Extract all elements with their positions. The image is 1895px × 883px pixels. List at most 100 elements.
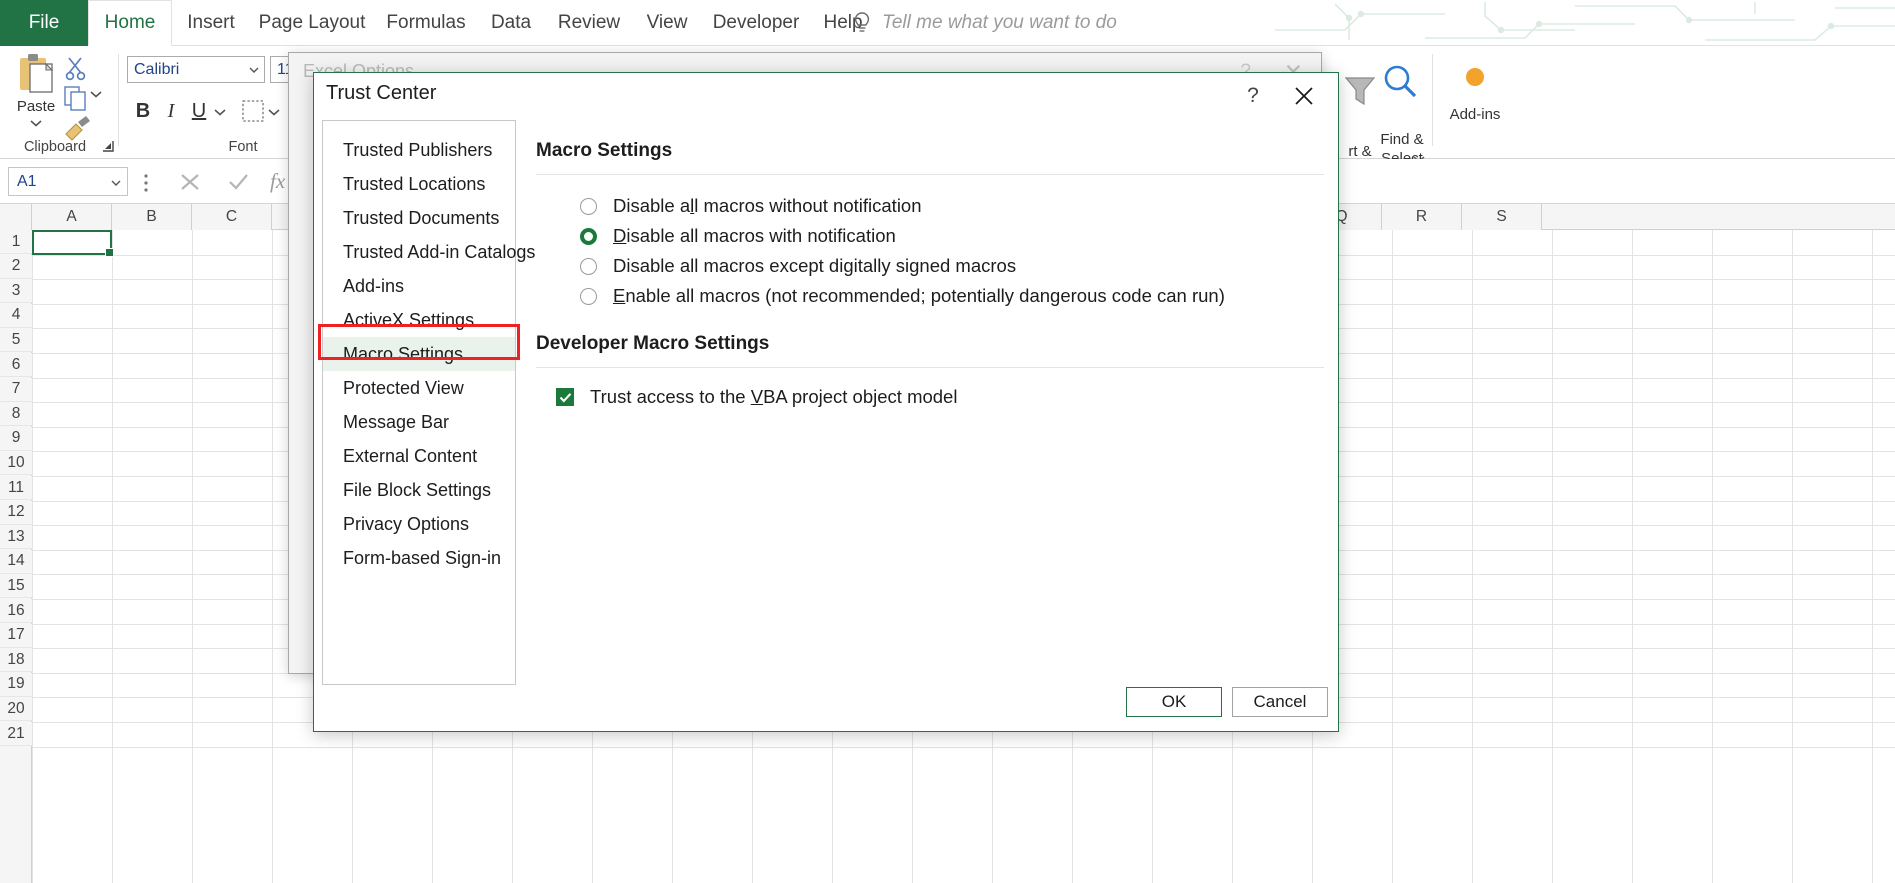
cut-icon[interactable] xyxy=(62,54,90,82)
ribbon-tab-home[interactable]: Home xyxy=(88,0,172,46)
font-name-value: Calibri xyxy=(134,60,180,78)
row-header-19[interactable]: 19 xyxy=(0,672,32,697)
ribbon-tab-review[interactable]: Review xyxy=(546,0,632,46)
row-header-8[interactable]: 8 xyxy=(0,402,32,427)
active-cell-A1[interactable] xyxy=(32,230,114,257)
paste-button[interactable]: Paste xyxy=(8,52,64,148)
ribbon-tab-view[interactable]: View xyxy=(634,0,700,46)
ribbon-tab-page-layout[interactable]: Page Layout xyxy=(250,0,374,46)
ribbon-tab-developer[interactable]: Developer xyxy=(702,0,810,46)
sort-filter-icon[interactable] xyxy=(1338,68,1382,112)
row-header-12[interactable]: 12 xyxy=(0,500,32,525)
cancel-button[interactable]: Cancel xyxy=(1232,687,1328,717)
column-header-A[interactable]: A xyxy=(32,204,112,230)
nav-item-file-block-settings[interactable]: File Block Settings xyxy=(323,473,515,507)
close-icon[interactable] xyxy=(1290,83,1318,109)
row-header-16[interactable]: 16 xyxy=(0,599,32,623)
nav-item-form-based-sign-in[interactable]: Form-based Sign-in xyxy=(323,541,515,575)
nav-item-trusted-locations[interactable]: Trusted Locations xyxy=(323,167,515,201)
name-box[interactable]: A1 xyxy=(8,167,128,196)
radio-disable-all-without-notification[interactable]: Disable all macros without notification xyxy=(580,191,1324,221)
column-header-C[interactable]: C xyxy=(192,204,272,230)
nav-item-macro-settings[interactable]: Macro Settings xyxy=(323,337,515,371)
row-header-6[interactable]: 6 xyxy=(0,353,32,377)
radio-disable-all-with-notification[interactable]: Disable all macros with notification xyxy=(580,221,1324,251)
grid-line-vertical xyxy=(1792,230,1793,883)
underline-chevron-icon[interactable] xyxy=(212,106,228,118)
row-header-14[interactable]: 14 xyxy=(0,549,32,574)
nav-item-external-content[interactable]: External Content xyxy=(323,439,515,473)
radio-label: Disable all macros except digitally sign… xyxy=(613,255,1017,276)
help-icon[interactable]: ? xyxy=(1240,83,1266,109)
trust-center-footer: OK Cancel xyxy=(1126,687,1328,717)
column-header-B[interactable]: B xyxy=(112,204,192,230)
nav-item-trusted-publishers[interactable]: Trusted Publishers xyxy=(323,133,515,167)
row-header-9[interactable]: 9 xyxy=(0,426,32,451)
grid-line-vertical xyxy=(32,230,33,883)
row-header-2[interactable]: 2 xyxy=(0,254,32,279)
ribbon-tab-data[interactable]: Data xyxy=(478,0,544,46)
borders-chevron-icon[interactable] xyxy=(266,106,282,118)
nav-item-trusted-documents[interactable]: Trusted Documents xyxy=(323,201,515,235)
borders-icon[interactable] xyxy=(240,98,266,124)
row-header-10[interactable]: 10 xyxy=(0,451,32,476)
clipboard-dialog-launcher-icon[interactable] xyxy=(100,138,116,154)
row-header-1[interactable]: 1 xyxy=(0,230,32,254)
bold-button[interactable]: B xyxy=(130,98,156,124)
copy-dropdown-chevron-icon[interactable] xyxy=(88,88,104,100)
macro-settings-pane: Macro Settings Disable all macros withou… xyxy=(536,120,1324,671)
row-header-5[interactable]: 5 xyxy=(0,328,32,353)
ribbon-tab-insert[interactable]: Insert xyxy=(174,0,248,46)
radio-icon[interactable] xyxy=(580,287,597,305)
row-header-20[interactable]: 20 xyxy=(0,697,32,722)
addins-icon[interactable] xyxy=(1458,60,1492,94)
nav-item-privacy-options[interactable]: Privacy Options xyxy=(323,507,515,541)
find-select-icon[interactable] xyxy=(1378,60,1422,104)
radio-icon[interactable] xyxy=(580,197,597,215)
ribbon-tab-file[interactable]: File xyxy=(0,0,88,46)
underline-button[interactable]: U xyxy=(186,98,212,124)
font-name-input[interactable]: Calibri xyxy=(127,56,265,83)
checkbox-icon-checked[interactable] xyxy=(556,388,574,406)
column-header-R[interactable]: R xyxy=(1382,204,1462,230)
grid-line-vertical xyxy=(1472,230,1473,883)
row-header-11[interactable]: 11 xyxy=(0,476,32,500)
formula-cancel-icon[interactable] xyxy=(178,171,202,193)
nav-item-message-bar[interactable]: Message Bar xyxy=(323,405,515,439)
nav-item-trusted-addin-catalogs[interactable]: Trusted Add-in Catalogs xyxy=(323,235,535,269)
row-header-13[interactable]: 13 xyxy=(0,525,32,550)
copy-icon[interactable] xyxy=(62,84,90,112)
row-header-21[interactable]: 21 xyxy=(0,722,32,746)
font-name-chevron-icon[interactable] xyxy=(249,66,259,74)
radio-disable-except-digitally-signed[interactable]: Disable all macros except digitally sign… xyxy=(580,251,1324,281)
nav-item-add-ins[interactable]: Add-ins xyxy=(323,269,515,303)
nav-item-protected-view[interactable]: Protected View xyxy=(323,371,515,405)
row-header-4[interactable]: 4 xyxy=(0,303,32,328)
select-all-corner[interactable] xyxy=(0,204,32,230)
insert-function-icon[interactable]: fx xyxy=(270,169,285,194)
ok-button[interactable]: OK xyxy=(1126,687,1222,717)
radio-icon[interactable] xyxy=(580,257,597,275)
ribbon-tab-formulas[interactable]: Formulas xyxy=(376,0,476,46)
row-header-3[interactable]: 3 xyxy=(0,279,32,304)
tell-me-search[interactable]: Tell me what you want to do xyxy=(852,0,1117,46)
trust-center-nav-list[interactable]: Trusted Publishers Trusted Locations Tru… xyxy=(322,120,535,685)
row-header-18[interactable]: 18 xyxy=(0,648,32,673)
row-header-17[interactable]: 17 xyxy=(0,623,32,648)
grid-line-vertical xyxy=(192,230,193,883)
row-header-7[interactable]: 7 xyxy=(0,377,32,402)
formula-bar-more-icon[interactable] xyxy=(143,173,149,193)
ribbon-tab-strip: File Home Insert Page Layout Formulas Da… xyxy=(0,0,1895,46)
paste-icon xyxy=(20,54,54,93)
row-header-15[interactable]: 15 xyxy=(0,574,32,599)
name-box-chevron-icon[interactable] xyxy=(111,179,121,187)
format-painter-icon[interactable] xyxy=(62,114,92,142)
column-header-S[interactable]: S xyxy=(1462,204,1542,230)
trust-center-title-bar: Trust Center ? xyxy=(314,73,1338,119)
radio-icon-selected[interactable] xyxy=(580,227,597,245)
nav-item-activex-settings[interactable]: ActiveX Settings xyxy=(323,303,515,337)
radio-enable-all-macros[interactable]: Enable all macros (not recommended; pote… xyxy=(580,281,1324,311)
formula-enter-icon[interactable] xyxy=(226,171,250,193)
checkbox-trust-access-vba[interactable]: Trust access to the VBA project object m… xyxy=(556,382,1324,412)
italic-button[interactable]: I xyxy=(158,98,184,124)
